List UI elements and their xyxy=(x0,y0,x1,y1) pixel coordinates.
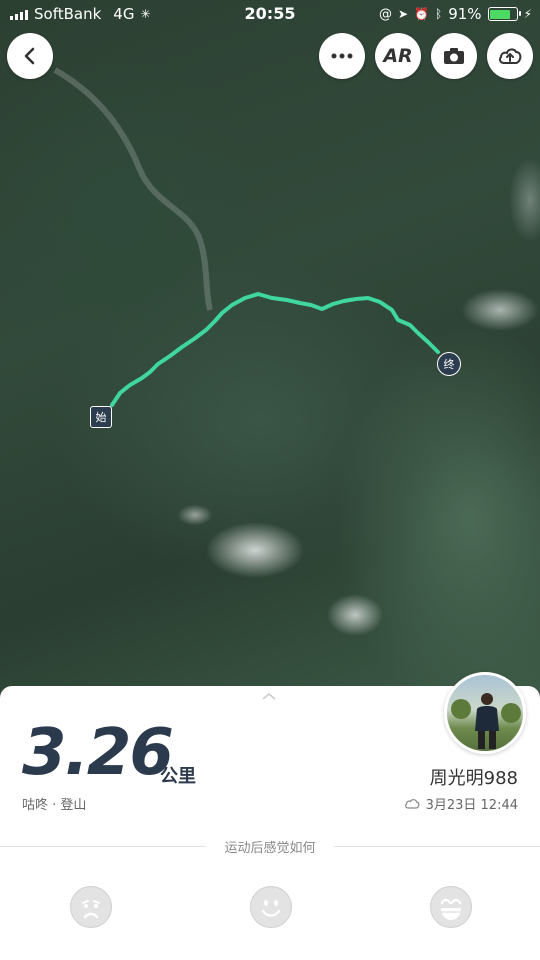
sad-face-icon xyxy=(82,900,100,919)
route-start-marker: 始 xyxy=(90,406,112,428)
more-dots-icon xyxy=(331,53,353,59)
cloud-icon xyxy=(404,798,420,809)
camera-icon xyxy=(444,48,464,64)
laugh-face-icon xyxy=(440,898,462,920)
date-time: 3月23日 12:44 xyxy=(425,798,518,813)
route-line xyxy=(110,292,440,407)
alarm-icon: ⏰ xyxy=(414,7,430,21)
feeling-ok-button[interactable] xyxy=(250,886,292,928)
location-arrow-icon: ➤ xyxy=(398,7,409,21)
more-button[interactable] xyxy=(319,33,365,79)
battery-percent: 91% xyxy=(448,5,482,23)
back-button[interactable] xyxy=(7,33,53,79)
ar-button[interactable]: AR xyxy=(375,33,421,79)
river-trace xyxy=(53,67,213,311)
smile-face-icon xyxy=(261,900,281,917)
feeling-great-button[interactable] xyxy=(430,886,472,928)
at-icon: @ xyxy=(379,6,392,22)
avatar-photo xyxy=(451,693,521,749)
battery-icon xyxy=(487,7,521,21)
bluetooth-icon: ᛒ xyxy=(435,7,443,21)
upload-button[interactable] xyxy=(487,33,533,79)
route-track xyxy=(53,67,440,407)
avatar[interactable] xyxy=(444,672,526,754)
summary-sheet: 3.26 公里 咕咚 · 登山 周光明988 3月23日 12:44 运动后感觉… xyxy=(0,672,540,960)
cloud-upload-icon xyxy=(499,48,522,64)
status-bar: SoftBank 4G ✳ 20:55 @ ➤ ⏰ ᛒ 91% ⚡ xyxy=(0,0,540,28)
route-end-marker: 终 xyxy=(437,352,461,376)
activity-time: 3月23日 12:44 xyxy=(404,794,518,813)
feeling-bad-button[interactable] xyxy=(70,886,112,928)
username: 周光明988 xyxy=(429,768,518,789)
sport-type: 咕咚 · 登山 xyxy=(22,798,87,813)
feeling-prompt: 运动后感觉如何 xyxy=(214,841,326,856)
distance-value: 3.26 xyxy=(22,716,174,790)
feeling-divider: 运动后感觉如何 xyxy=(0,836,540,856)
camera-button[interactable] xyxy=(431,33,477,79)
charging-icon: ⚡ xyxy=(523,7,532,21)
distance-unit: 公里 xyxy=(160,766,196,787)
chevron-up-icon[interactable] xyxy=(262,692,276,700)
chevron-left-icon xyxy=(24,47,35,65)
ar-label: AR xyxy=(383,45,413,67)
